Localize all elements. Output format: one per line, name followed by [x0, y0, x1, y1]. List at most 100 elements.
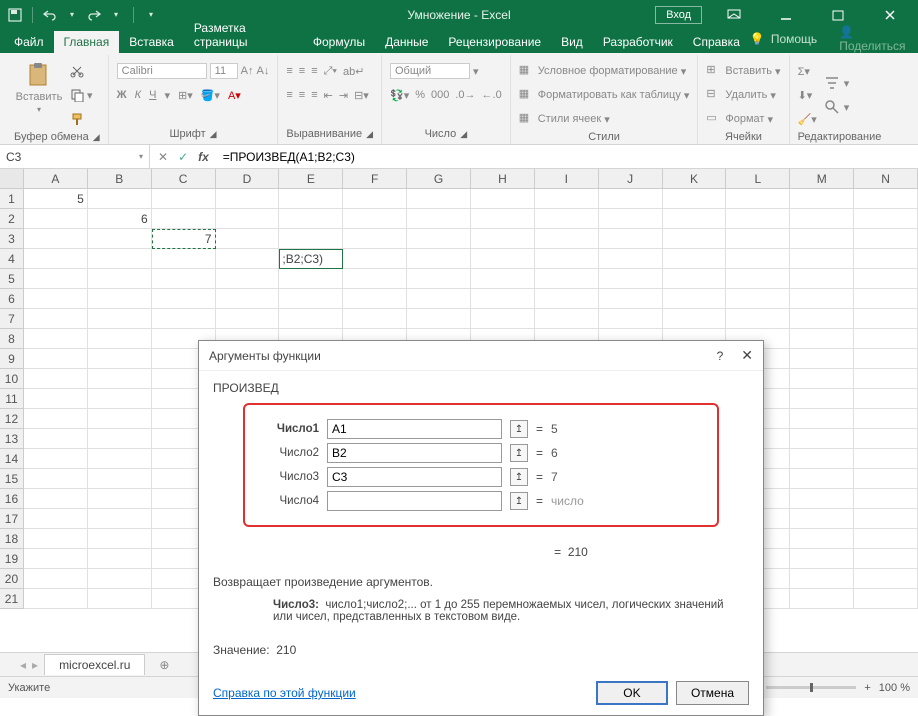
font-color-button[interactable]: A▾	[228, 89, 241, 102]
cell[interactable]	[663, 189, 727, 209]
col-header[interactable]: B	[88, 169, 152, 188]
cell[interactable]	[24, 269, 88, 289]
cell[interactable]	[471, 249, 535, 269]
cell[interactable]	[854, 329, 918, 349]
cell[interactable]	[88, 189, 152, 209]
qat-dropdown-icon[interactable]: ▾	[63, 6, 81, 24]
cell[interactable]	[535, 309, 599, 329]
cell[interactable]	[88, 269, 152, 289]
row-header[interactable]: 20	[0, 569, 24, 589]
row-header[interactable]: 8	[0, 329, 24, 349]
row-header[interactable]: 1	[0, 189, 24, 209]
insert-cells-button[interactable]: ⊞Вставить▾	[706, 61, 780, 81]
row-header[interactable]: 6	[0, 289, 24, 309]
chevron-down-icon[interactable]: ▾	[139, 152, 143, 161]
cell[interactable]	[152, 309, 216, 329]
argument-input[interactable]	[327, 491, 502, 511]
cell[interactable]	[88, 229, 152, 249]
border-button[interactable]: ⊞▾	[178, 89, 193, 102]
cell[interactable]	[790, 389, 854, 409]
cell[interactable]	[726, 249, 790, 269]
cell[interactable]	[790, 329, 854, 349]
cell[interactable]	[854, 289, 918, 309]
cell[interactable]	[854, 409, 918, 429]
cell[interactable]	[279, 189, 343, 209]
cell[interactable]	[88, 549, 152, 569]
cell[interactable]	[88, 249, 152, 269]
cell[interactable]	[790, 469, 854, 489]
increase-decimal-icon[interactable]: .0→	[455, 89, 475, 101]
cell[interactable]	[599, 309, 663, 329]
row-header[interactable]: 19	[0, 549, 24, 569]
cell[interactable]	[343, 249, 407, 269]
cell[interactable]	[152, 189, 216, 209]
cell[interactable]	[24, 209, 88, 229]
wrap-text-icon[interactable]: ab↵	[343, 65, 364, 78]
cell[interactable]	[88, 409, 152, 429]
font-name-combo[interactable]: Calibri	[117, 63, 207, 79]
zoom-slider[interactable]	[766, 686, 856, 689]
cell[interactable]	[24, 389, 88, 409]
cell[interactable]	[663, 289, 727, 309]
cell[interactable]	[854, 509, 918, 529]
cell[interactable]	[471, 309, 535, 329]
ribbon-options-icon[interactable]	[714, 1, 754, 29]
cell[interactable]	[535, 249, 599, 269]
dialog-close-icon[interactable]: ✕	[741, 347, 753, 364]
cell[interactable]	[854, 489, 918, 509]
align-left-icon[interactable]: ≡	[286, 89, 292, 101]
decrease-indent-icon[interactable]: ⇤	[324, 89, 333, 102]
cell[interactable]	[790, 409, 854, 429]
cell[interactable]	[535, 209, 599, 229]
cell[interactable]	[535, 189, 599, 209]
collapse-dialog-icon[interactable]: ↥	[510, 492, 528, 510]
row-header[interactable]: 5	[0, 269, 24, 289]
row-header[interactable]: 3	[0, 229, 24, 249]
cell[interactable]	[726, 189, 790, 209]
cell[interactable]	[24, 429, 88, 449]
share-button[interactable]: 👤 Поделиться	[839, 25, 908, 53]
col-header[interactable]: K	[663, 169, 727, 188]
comma-icon[interactable]: 000	[431, 89, 449, 101]
tab-file[interactable]: Файл	[4, 31, 54, 53]
cell[interactable]	[471, 289, 535, 309]
cell[interactable]	[726, 269, 790, 289]
sheet-tab[interactable]: microexcel.ru	[44, 654, 145, 675]
cell[interactable]	[726, 229, 790, 249]
align-launcher-icon[interactable]: ◢	[366, 129, 373, 140]
enter-formula-icon[interactable]: ✓	[178, 150, 188, 164]
italic-button[interactable]: К	[135, 89, 141, 101]
cell[interactable]	[88, 509, 152, 529]
col-header[interactable]: N	[854, 169, 918, 188]
new-sheet-icon[interactable]: ⊕	[151, 658, 177, 672]
increase-indent-icon[interactable]: ⇥	[339, 89, 348, 102]
cell[interactable]	[407, 209, 471, 229]
cell[interactable]	[24, 409, 88, 429]
cell[interactable]	[88, 589, 152, 609]
cell[interactable]	[854, 549, 918, 569]
cell[interactable]	[854, 589, 918, 609]
cell[interactable]	[407, 189, 471, 209]
cell[interactable]	[24, 449, 88, 469]
cell[interactable]	[535, 269, 599, 289]
cell[interactable]	[88, 349, 152, 369]
collapse-dialog-icon[interactable]: ↥	[510, 468, 528, 486]
cell[interactable]	[663, 309, 727, 329]
row-header[interactable]: 13	[0, 429, 24, 449]
cell[interactable]	[279, 289, 343, 309]
cell[interactable]	[726, 289, 790, 309]
tab-view[interactable]: Вид	[551, 31, 593, 53]
cell[interactable]	[790, 289, 854, 309]
dialog-help-icon[interactable]: ?	[717, 349, 724, 363]
cell[interactable]	[854, 389, 918, 409]
cell[interactable]	[790, 529, 854, 549]
qat-dropdown-icon[interactable]: ▾	[107, 6, 125, 24]
clear-button[interactable]: 🧹▾	[798, 109, 817, 129]
percent-icon[interactable]: %	[415, 89, 425, 101]
number-format-combo[interactable]: Общий	[390, 63, 470, 79]
cell[interactable]	[407, 229, 471, 249]
col-header[interactable]: C	[152, 169, 216, 188]
cell[interactable]	[790, 249, 854, 269]
login-button[interactable]: Вход	[655, 6, 702, 24]
cell[interactable]	[663, 269, 727, 289]
